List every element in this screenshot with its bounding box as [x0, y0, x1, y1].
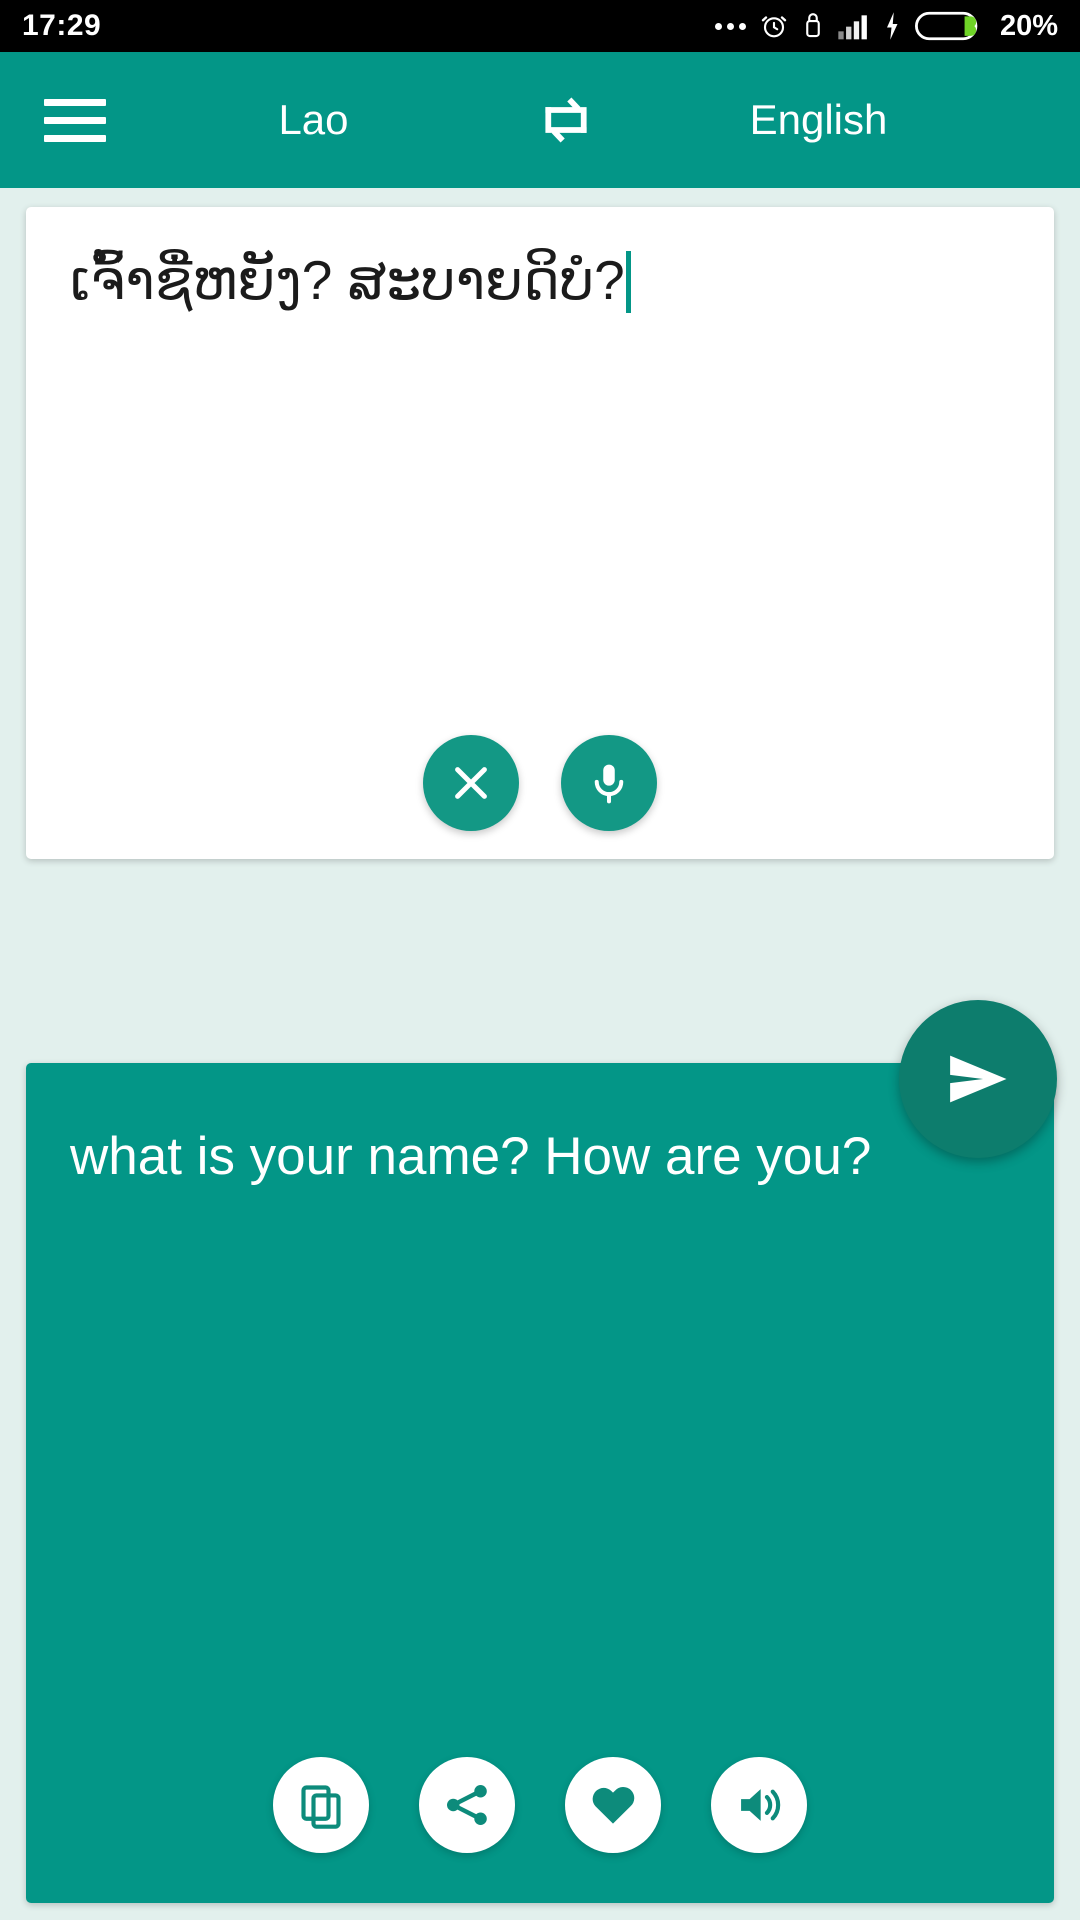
- favorite-button[interactable]: [565, 1757, 661, 1853]
- copy-icon: [301, 1785, 341, 1829]
- voice-input-button[interactable]: [561, 735, 657, 831]
- output-actions: [26, 1757, 1054, 1853]
- app-bar: Lao English: [0, 52, 1080, 188]
- battery-icon: [914, 11, 978, 41]
- copy-button[interactable]: [273, 1757, 369, 1853]
- source-actions: [26, 735, 1054, 831]
- send-icon: [950, 1055, 1007, 1103]
- favorite-heart-icon: [592, 1786, 635, 1824]
- clear-text-button[interactable]: [423, 735, 519, 831]
- source-text-value: ເຈົ້າຊື່ຫຍັງ? ສະບາຍດິບໍ?: [70, 249, 625, 311]
- status-time: 17:29: [22, 9, 102, 42]
- charging-bolt-icon: [886, 12, 898, 40]
- microphone-icon: [594, 764, 624, 804]
- signal-bars-icon: [838, 15, 867, 40]
- status-icons: 20%: [714, 9, 1058, 43]
- swap-languages-icon[interactable]: [531, 89, 601, 151]
- source-text-input[interactable]: ເຈົ້າຊື່ຫຍັງ? ສະບາຍດິບໍ?: [70, 243, 1014, 317]
- speak-button[interactable]: [711, 1757, 807, 1853]
- speaker-icon: [741, 1789, 781, 1821]
- status-bar: 17:29 20%: [0, 0, 1080, 52]
- source-text-panel[interactable]: ເຈົ້າຊື່ຫຍັງ? ສະບາຍດິບໍ?: [26, 207, 1054, 859]
- more-dots-icon: [714, 22, 746, 30]
- text-cursor: [625, 251, 631, 313]
- clear-icon: [455, 767, 487, 799]
- target-language-selector[interactable]: English: [601, 96, 1036, 144]
- translation-text: what is your name? How are you?: [70, 1127, 872, 1186]
- usb-lock-icon: [806, 13, 820, 38]
- translate-send-button[interactable]: [899, 1000, 1057, 1158]
- battery-percent: 20%: [999, 9, 1058, 42]
- translation-output-panel[interactable]: what is your name? How are you?: [26, 1063, 1054, 1903]
- share-icon: [447, 1785, 487, 1825]
- alarm-clock-icon: [761, 16, 787, 38]
- share-button[interactable]: [419, 1757, 515, 1853]
- source-language-selector[interactable]: Lao: [96, 96, 531, 144]
